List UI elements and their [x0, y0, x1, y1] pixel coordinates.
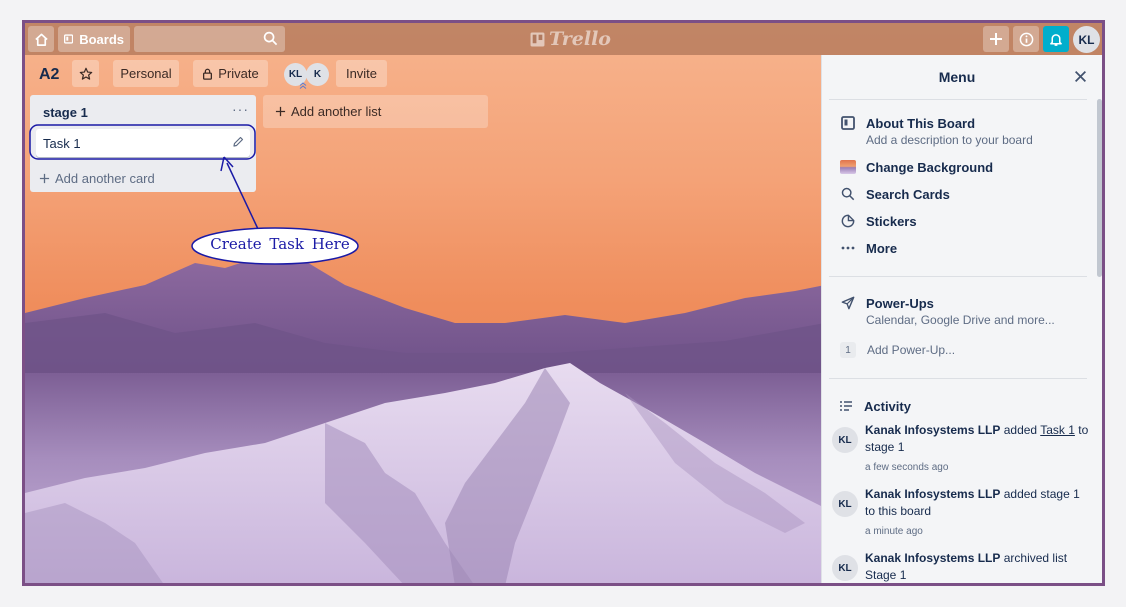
annotation-label: Create Task Here [210, 235, 350, 253]
activity-user[interactable]: Kanak Infosystems LLP [865, 423, 1000, 437]
menu-item-label: Stickers [866, 213, 917, 229]
activity-text: Kanak Infosystems LLP archived list Stag… [865, 550, 1091, 583]
menu-item-power-ups[interactable]: Power-Ups [840, 295, 934, 311]
background-thumb [840, 160, 856, 174]
activity-header: Activity [838, 398, 911, 414]
bell-icon [1050, 33, 1062, 46]
activity-text: Kanak Infosystems LLP added Task 1 to st… [865, 422, 1091, 456]
menu-divider [829, 99, 1087, 100]
board-menu-panel: Menu About This Board Add a description … [821, 55, 1102, 583]
activity-avatar[interactable]: KL [832, 555, 858, 581]
activity-title: Activity [864, 398, 911, 414]
menu-item-label: Search Cards [866, 186, 950, 202]
plus-icon [990, 33, 1002, 45]
annotation-arrow-line [226, 162, 259, 230]
menu-item-label: About This Board [866, 115, 976, 131]
menu-item-sub: Calendar, Google Drive and more... [866, 313, 1055, 327]
board-icon [841, 116, 855, 130]
create-button[interactable] [983, 26, 1009, 52]
menu-item-about[interactable]: About This Board [840, 115, 975, 131]
info-icon [1019, 32, 1033, 46]
activity-time[interactable]: a minute ago [865, 526, 923, 537]
menu-item-more[interactable]: More [840, 240, 897, 256]
screenshot-frame: Boards Trello KL A2 Personal Private KL … [22, 20, 1105, 586]
menu-item-search-cards[interactable]: Search Cards [840, 186, 950, 202]
menu-item-label: Power-Ups [866, 295, 934, 311]
add-power-up-label: Add Power-Up... [867, 343, 956, 357]
activity-text: Kanak Infosystems LLP added stage 1 to t… [865, 486, 1091, 520]
info-button[interactable] [1013, 26, 1039, 52]
notifications-button[interactable] [1043, 26, 1069, 52]
annotation-highlight-box [29, 124, 256, 160]
menu-item-sub[interactable]: Add a description to your board [866, 133, 1033, 147]
activity-card-link[interactable]: Task 1 [1040, 423, 1075, 437]
power-up-count-badge: 1 [840, 342, 856, 358]
activity-user[interactable]: Kanak Infosystems LLP [865, 551, 1000, 565]
activity-avatar[interactable]: KL [832, 427, 858, 453]
menu-item-label: More [866, 240, 898, 256]
add-power-up-button[interactable]: 1 Add Power-Up... [840, 342, 955, 358]
menu-item-stickers[interactable]: Stickers [840, 213, 917, 229]
activity-avatar[interactable]: KL [832, 491, 858, 517]
activity-action: added [1003, 423, 1038, 437]
menu-item-change-background[interactable]: Change Background [840, 159, 993, 175]
activity-user[interactable]: Kanak Infosystems LLP [865, 487, 1000, 501]
annotation-overlay [29, 124, 359, 265]
search-icon [841, 187, 855, 201]
sticker-icon [841, 214, 855, 228]
user-avatar[interactable]: KL [1073, 26, 1100, 53]
menu-item-label: Change Background [866, 159, 994, 175]
menu-scrollbar[interactable] [1097, 99, 1102, 277]
rocket-icon [841, 296, 855, 310]
activity-list-icon [840, 401, 852, 411]
menu-title: Menu [938, 69, 976, 85]
activity-time[interactable]: a few seconds ago [865, 462, 948, 473]
more-icon [841, 246, 855, 250]
menu-divider [829, 378, 1087, 379]
menu-divider [829, 276, 1087, 277]
close-icon[interactable] [1074, 70, 1087, 83]
